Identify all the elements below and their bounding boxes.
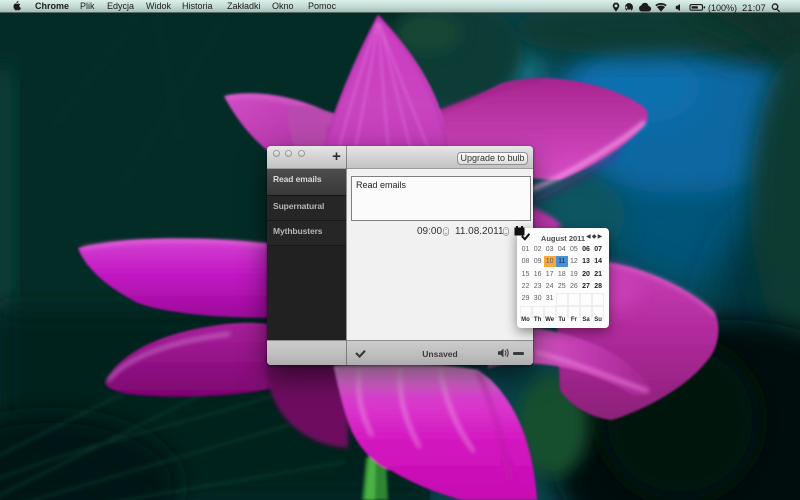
svg-text:(100%): (100%) — [708, 3, 737, 13]
svg-text:21:07: 21:07 — [742, 3, 766, 13]
